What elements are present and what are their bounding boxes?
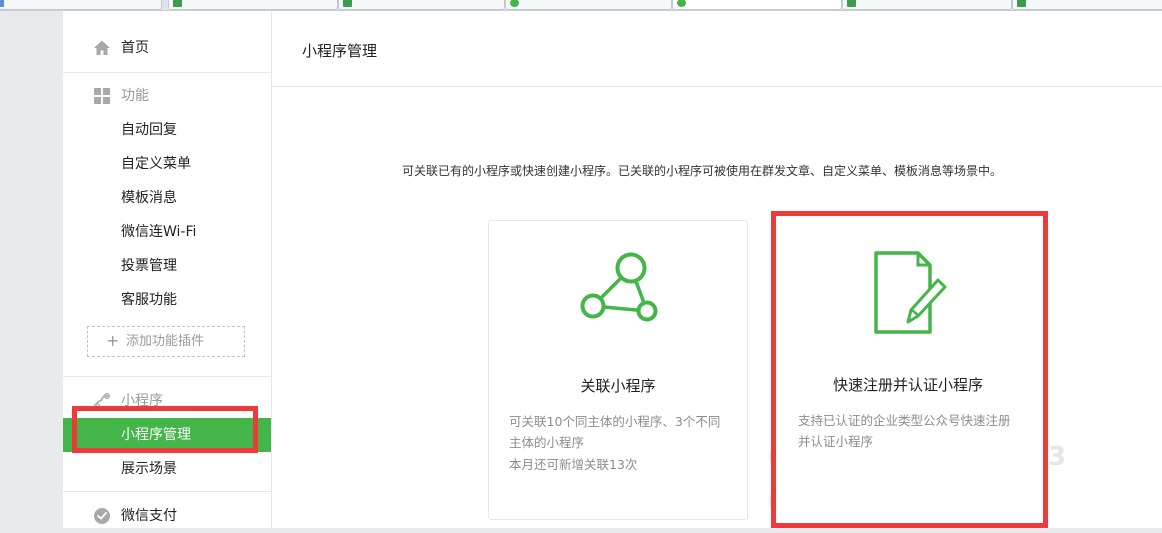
header-divider [272, 86, 1162, 87]
card-description: 可关联10个同主体的小程序、3个不同主体的小程序 [509, 414, 721, 450]
sidebar-item-label: 自定义菜单 [121, 156, 191, 172]
browser-tab[interactable] [0, 0, 162, 10]
card-description: 支持已认证的企业类型公众号快速注册并认证小程序 [798, 413, 1011, 449]
sidebar-wechat-pay-label: 微信支付 [121, 508, 177, 524]
sidebar-divider [63, 72, 271, 73]
sidebar-item-customer-service[interactable]: 客服功能 [63, 283, 271, 317]
sidebar-item-custom-menu[interactable]: 自定义菜单 [63, 147, 271, 181]
sidebar-item-label: 微信连Wi-Fi [121, 224, 197, 240]
sidebar-item-mini-program-manage[interactable]: 小程序管理 [63, 418, 271, 452]
sidebar-item-template-message[interactable]: 模板消息 [63, 181, 271, 215]
sidebar-item-home[interactable]: 首页 [63, 31, 271, 65]
sidebar-divider [63, 376, 271, 377]
document-edit-icon [874, 251, 947, 334]
sidebar-item-label: 展示场景 [121, 461, 177, 477]
browser-tab[interactable] [842, 0, 1012, 10]
sidebar-item-auto-reply[interactable]: 自动回复 [63, 113, 271, 147]
main-panel: 小程序管理 可关联已有的小程序或快速创建小程序。已关联的小程序可被使用在群发文章… [272, 11, 1162, 528]
watermark-glyph: 3 [1048, 442, 1067, 472]
browser-tab[interactable] [168, 0, 338, 10]
sidebar-item-label: 客服功能 [121, 292, 177, 308]
register-mini-program-card[interactable]: 快速注册并认证小程序 支持已认证的企业类型公众号快速注册并认证小程序 [778, 220, 1038, 520]
tab-favicon-icon [0, 0, 4, 7]
sidebar-section-features: 功能 [63, 79, 271, 113]
sidebar: 首页 功能 自动回复 自定义菜单 模板消息 微信连Wi-Fi 投票管理 客服功能… [63, 11, 272, 528]
sidebar-item-label: 小程序管理 [121, 427, 191, 443]
sidebar-features-label: 功能 [121, 88, 149, 104]
add-plugin-label: 添加功能插件 [126, 334, 205, 349]
sidebar-item-label: 投票管理 [121, 258, 177, 274]
watermark-glyph: ( [767, 486, 779, 516]
card-title: 关联小程序 [580, 377, 656, 395]
browser-tab-active[interactable] [672, 0, 842, 10]
card-quota-note: 本月还可新增关联13次 [509, 457, 638, 472]
tab-favicon-icon [510, 0, 519, 7]
watermark-glyph: ( [767, 442, 779, 472]
sidebar-item-label: 模板消息 [121, 190, 177, 206]
intro-text: 可关联已有的小程序或快速创建小程序。已关联的小程序可被使用在群发文章、自定义菜单… [402, 164, 1003, 178]
link-mini-program-card[interactable]: 关联小程序 可关联10个同主体的小程序、3个不同主体的小程序 本月还可新增关联1… [488, 220, 748, 520]
sidebar-item-display-scene[interactable]: 展示场景 [63, 452, 271, 486]
add-plugin-button[interactable]: + 添加功能插件 [87, 326, 245, 357]
tab-favicon-icon [847, 0, 856, 7]
tab-favicon-icon [343, 0, 352, 7]
tab-favicon-icon [1017, 0, 1026, 7]
plus-icon: + [106, 331, 120, 350]
sidebar-home-label: 首页 [121, 40, 149, 56]
browser-tab-strip [0, 0, 1162, 11]
wechat-pay-icon [94, 508, 110, 524]
grid-icon [94, 88, 110, 104]
sidebar-mini-program-label: 小程序 [121, 393, 163, 409]
mini-program-icon [93, 392, 111, 410]
tab-favicon-icon [173, 0, 182, 7]
sidebar-item-vote[interactable]: 投票管理 [63, 249, 271, 283]
browser-tab[interactable] [1012, 0, 1162, 10]
sidebar-item-label: 自动回复 [121, 122, 177, 138]
browser-tab[interactable] [505, 0, 672, 10]
sidebar-divider [63, 491, 271, 492]
page-title: 小程序管理 [302, 42, 378, 60]
card-title: 快速注册并认证小程序 [832, 376, 983, 394]
sidebar-item-wifi[interactable]: 微信连Wi-Fi [63, 215, 271, 249]
home-icon [94, 40, 110, 55]
browser-tab[interactable] [338, 0, 505, 10]
tab-favicon-icon [677, 0, 686, 7]
sidebar-section-mini-program: 小程序 [63, 384, 271, 418]
link-nodes-icon [580, 252, 658, 322]
